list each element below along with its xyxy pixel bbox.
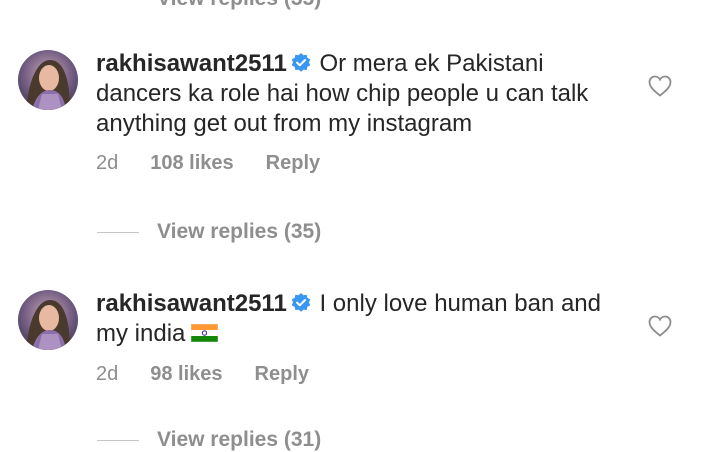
comment-time: 2d xyxy=(96,152,119,174)
avatar[interactable] xyxy=(18,50,78,110)
comment-body: rakhisawant2511 Or mera ek Pakistani dan… xyxy=(96,49,616,139)
view-replies-label: View replies (35) xyxy=(157,220,322,243)
view-replies-label: View replies (31) xyxy=(157,428,322,451)
view-replies-button[interactable]: View replies (31) xyxy=(97,428,321,452)
view-replies-label: View replies (35) xyxy=(157,0,321,11)
likes-count[interactable]: 108 likes xyxy=(150,152,233,175)
comment-username[interactable]: rakhisawant2511 xyxy=(96,290,287,317)
reply-button[interactable]: Reply xyxy=(266,152,320,175)
avatar[interactable] xyxy=(18,290,78,350)
heart-outline-icon[interactable] xyxy=(648,315,672,337)
divider-line xyxy=(97,439,139,441)
avatar-image xyxy=(18,290,78,350)
comment-time: 2d xyxy=(96,363,119,385)
verified-badge-icon xyxy=(291,293,310,312)
comment-username[interactable]: rakhisawant2511 xyxy=(96,50,287,77)
comment-body: rakhisawant2511 I only love human ban an… xyxy=(96,289,616,349)
india-flag-icon xyxy=(191,324,219,342)
heart-outline-icon[interactable] xyxy=(648,75,672,97)
comment-meta: 2d 108 likes Reply xyxy=(96,152,352,175)
view-replies-button[interactable]: View replies (35) xyxy=(97,220,321,244)
avatar-image xyxy=(18,50,78,110)
verified-badge-icon xyxy=(291,53,310,72)
divider-line xyxy=(97,231,139,233)
view-replies-top[interactable]: View replies (35) xyxy=(97,0,321,11)
reply-button[interactable]: Reply xyxy=(255,363,309,386)
comment-meta: 2d 98 likes Reply xyxy=(96,363,341,386)
likes-count[interactable]: 98 likes xyxy=(150,363,222,386)
